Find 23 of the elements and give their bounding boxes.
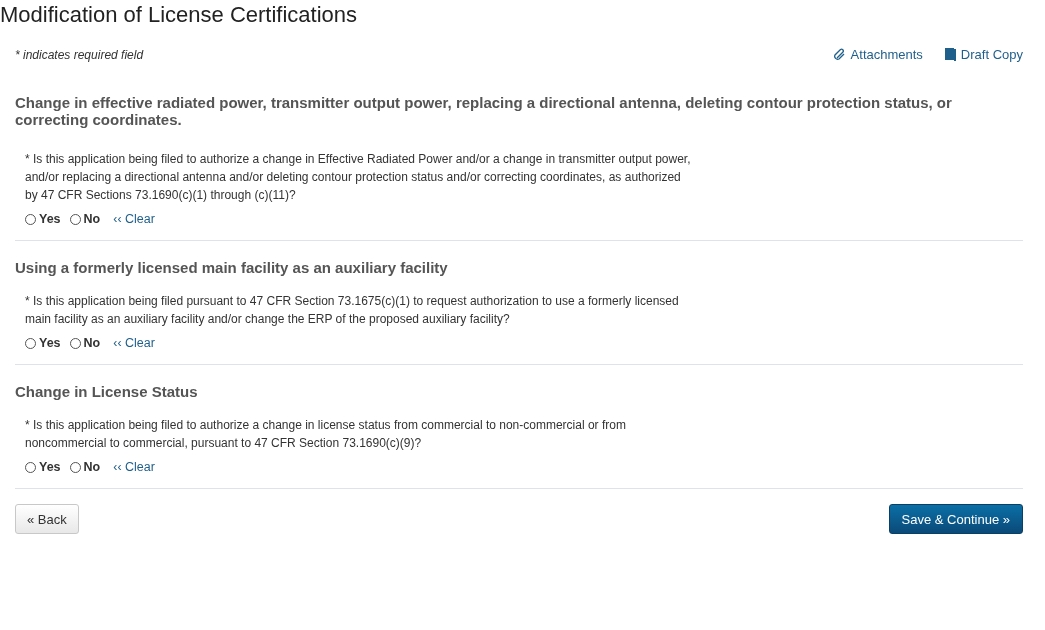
page-title: Modification of License Certifications (0, 1, 359, 29)
required-field-note: * indicates required field (15, 47, 144, 62)
radio-option[interactable]: Yes (25, 460, 61, 474)
attachments-link[interactable]: Attachments (832, 47, 923, 62)
draft-copy-link[interactable]: Draft Copy (944, 47, 1023, 62)
clear-link[interactable]: ‹‹ Clear (113, 212, 155, 226)
save-continue-button[interactable]: Save & Continue » (888, 504, 1023, 534)
question-text: * Is this application being filed to authorize a change in license status from commercial to non-commercial or from noncommercial to commercial, pursuant to 47 CFR Section 73.1690(c)(9)? (25, 417, 627, 452)
paperclip-icon (832, 48, 846, 61)
question-text: * Is this application being filed pursuant to 47 CFR Section 73.1675(c)(1) to request authorization to use a formerly licensed main facility as an auxiliary facility and/or change the ERP of the proposed auxiliary facility? (25, 293, 680, 328)
book-icon (944, 48, 956, 61)
radio-option[interactable]: Yes (25, 212, 61, 226)
radio-option[interactable]: No (69, 212, 101, 226)
clear-link[interactable]: ‹‹ Clear (113, 460, 155, 474)
clear-link[interactable]: ‹‹ Clear (113, 336, 155, 350)
radio-option[interactable]: Yes (25, 336, 61, 350)
back-button[interactable]: « Back (15, 504, 79, 534)
section-heading: Change in effective radiated power, transmitter output power, replacing a directional antenna, deleting contour protection status, or correcting coordinates. (15, 94, 953, 128)
question-text: * Is this application being filed to authorize a change in Effective Radiated Power and/or a change in transmitter output power, and/or replacing a directional antenna and/or deleting contour protection status and/or correcting coordinates, as authorized by 47 CFR Sections 73.1690(c)(1) through (c)(11)? (25, 151, 692, 204)
section-heading: Change in License Status (15, 383, 199, 400)
radio-option[interactable]: No (69, 460, 101, 474)
radio-option[interactable]: No (69, 336, 101, 350)
section-heading: Using a formerly licensed main facility as an auxiliary facility (15, 259, 449, 276)
